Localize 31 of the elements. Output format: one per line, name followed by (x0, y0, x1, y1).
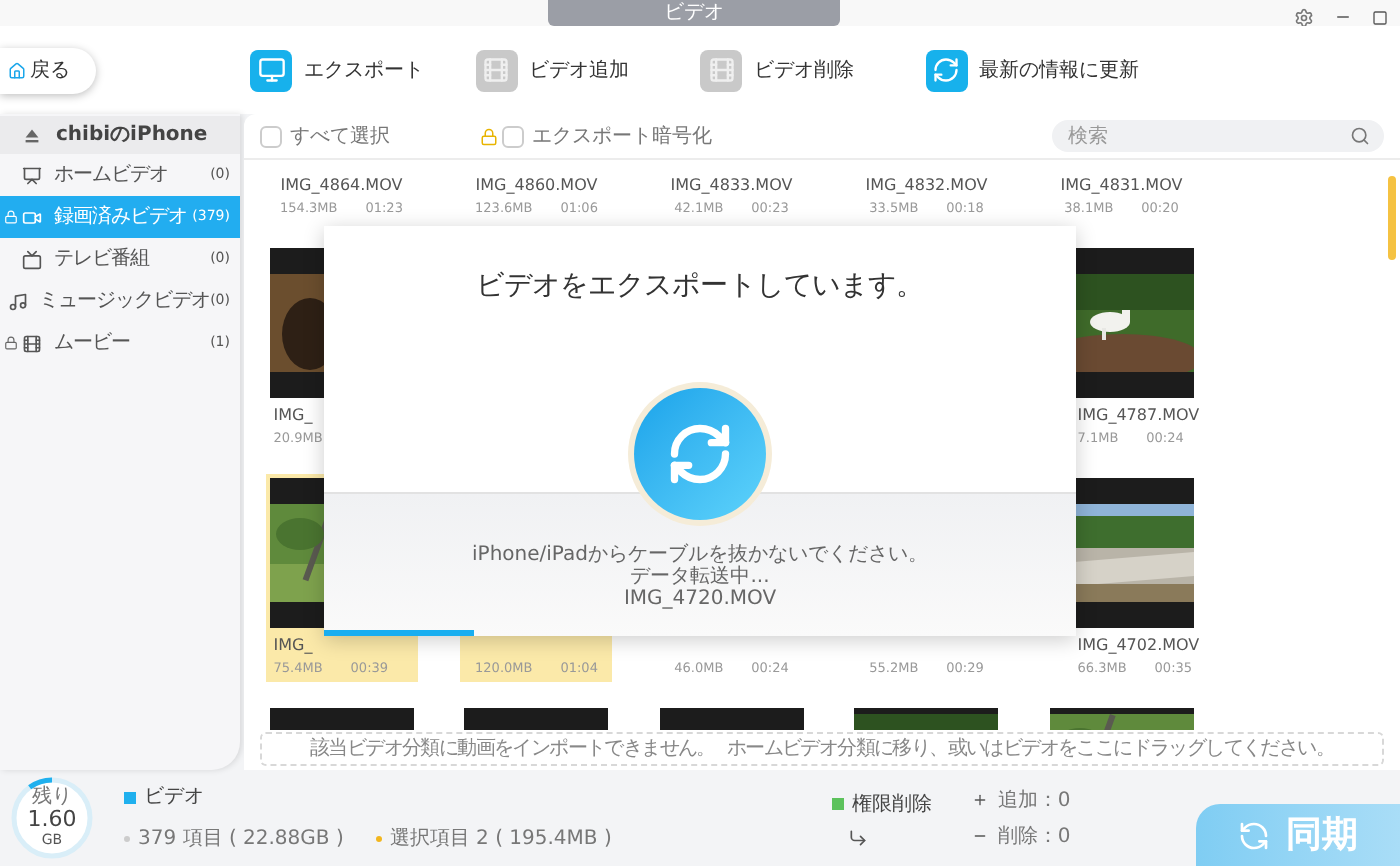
toolbar-button[interactable]: エクスポート (250, 49, 475, 91)
search-field[interactable]: 検索 (1052, 120, 1384, 152)
video-name: IMG_ (273, 636, 313, 654)
permission-label: 権限削除 (851, 791, 932, 819)
window-title: ビデオ (548, 0, 840, 26)
video-name: IMG_4787.MOV (1077, 406, 1200, 424)
video-name: IMG_4832.MOV (865, 176, 988, 194)
total-items: 379 項目 ( 22.88GB ) (138, 826, 344, 854)
toolbar-button[interactable]: 最新の情報に更新 (925, 49, 1150, 91)
removed-count: 削除：0 (997, 823, 1071, 851)
device-name: chibiのiPhone (56, 122, 208, 150)
added-count: 追加：0 (997, 787, 1071, 815)
video-name: IMG_4860.MOV (475, 176, 598, 194)
drop-hint: ホームビデオ分類に移り、或いはビデオをここにドラッグしてください。 (726, 737, 1334, 761)
drop-hint: 該当ビデオ分類に動画をインポートできません。 (309, 737, 715, 761)
selected-items: 選択項目 2 ( 195.4MB ) (389, 826, 612, 854)
select-all-label: すべて選択 (290, 123, 390, 151)
storage-value: 1.60 (27, 808, 77, 832)
encrypt-label: エクスポート暗号化 (532, 123, 712, 151)
back-button[interactable]: 戻る (0, 47, 96, 93)
video-name: IMG_4833.MOV (670, 176, 793, 194)
video-name: IMG_ (273, 406, 313, 424)
storage-caption: 残り (32, 788, 72, 808)
category-label: ビデオ (144, 784, 204, 812)
video-name: IMG_4864.MOV (280, 176, 403, 194)
video-name: IMG_4702.MOV (1077, 636, 1200, 654)
dialog-title: ビデオをエクスポートしています。 (476, 268, 924, 306)
dialog-message: IMG_4720.MOV (623, 588, 777, 610)
dialog-message: データ転送中... (630, 566, 770, 588)
video-name: IMG_4831.MOV (1060, 176, 1183, 194)
dialog-message: iPhone/iPadからケーブルを抜かないでください。 (472, 544, 928, 566)
